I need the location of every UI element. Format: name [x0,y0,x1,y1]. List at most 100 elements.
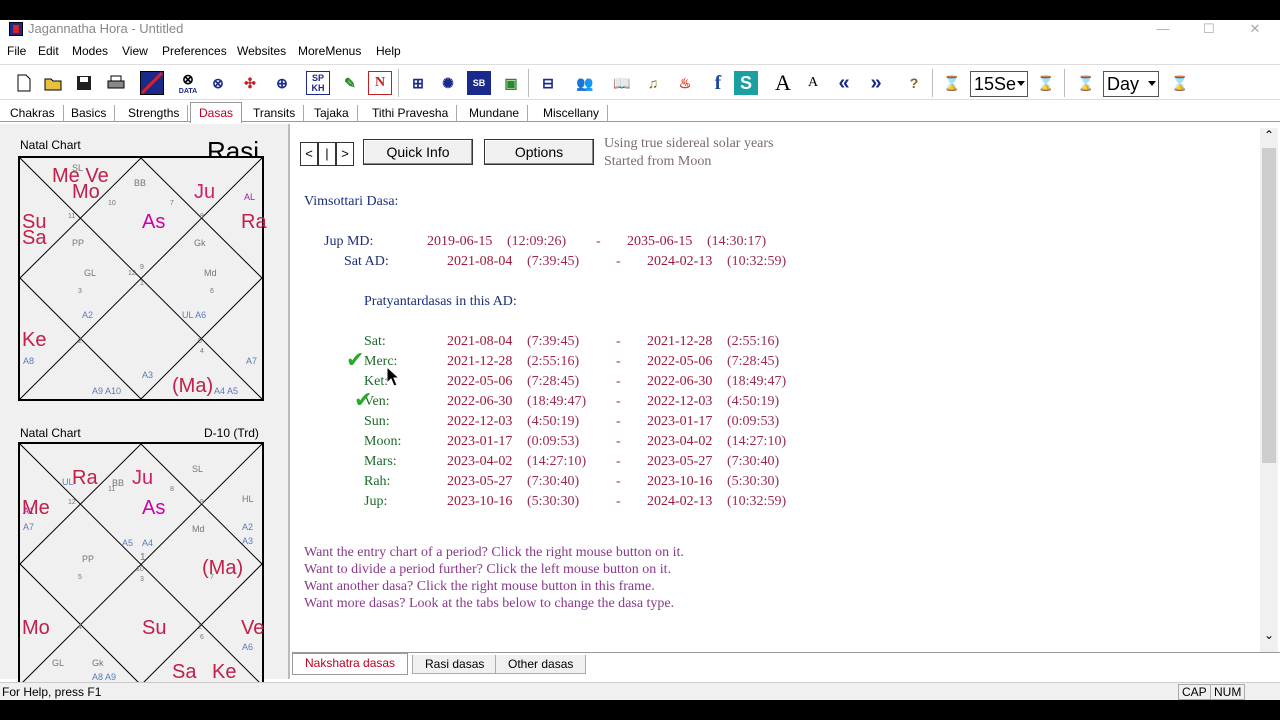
rasi-label-bb: BB [134,178,147,188]
tab-miscellany[interactable]: Miscellany [535,105,609,122]
maximize-button[interactable]: ☐ [1186,20,1232,40]
tab-rasi-dasas[interactable]: Rasi dasas [412,655,498,674]
print-icon[interactable] [104,71,128,95]
menu-websites[interactable]: Websites [237,44,286,58]
tab-chakras[interactable]: Chakras [2,105,64,122]
num-lock-indicator: NUM [1210,684,1246,700]
time-unit-value: Day [1107,74,1140,94]
kb-icon[interactable]: ⊟ [536,71,560,95]
pd-end-time: (4:50:19) [727,394,780,409]
d10-house-number: 1 [140,552,146,563]
open-icon[interactable] [42,71,66,95]
vertical-scrollbar[interactable]: ⌃ ⌄ [1260,128,1278,652]
d10-house-number: 7 [210,574,214,581]
scrollbar-thumb[interactable] [1262,148,1276,463]
rasi-planet-ra: Ra [241,211,267,233]
close-button[interactable]: ✕ [1232,20,1278,40]
tab-basics[interactable]: Basics [63,105,116,122]
save-icon[interactable] [72,71,96,95]
pd-dash: - [616,334,621,349]
step-forward-icon[interactable]: ⌛ [1034,71,1058,95]
data-icon[interactable]: ⊗ DATA [176,71,200,95]
prev-button[interactable]: < [300,142,318,166]
d10-ascendant: As [142,497,166,519]
pd-end-time: (7:30:40) [727,454,780,469]
pd-end-time: (2:55:16) [727,334,780,349]
font-large-icon[interactable]: A [771,70,795,95]
forward-icon[interactable]: » [864,71,888,95]
font-small-icon[interactable]: A [801,71,825,95]
tab-tajaka[interactable]: Tajaka [306,105,358,122]
pd-dash: - [616,394,621,409]
sb-icon[interactable]: SB [467,71,491,95]
menu-modes[interactable]: Modes [72,44,108,58]
pd-start: 2023-05-27 [447,474,513,489]
d10-planet-ve: Ve [241,617,265,639]
s-icon[interactable]: S [734,71,758,95]
pd-start: 2021-12-28 [447,354,513,369]
square-icon[interactable]: ▣ [499,71,523,95]
menu-help[interactable]: Help [376,44,401,58]
ad-end-time: (10:32:59) [727,254,787,269]
scroll-down-icon[interactable]: ⌄ [1264,628,1274,642]
scroll-up-icon[interactable]: ⌃ [1264,128,1274,142]
zoom2-icon[interactable]: ✣ [238,71,262,95]
music-icon[interactable]: ♫ [641,71,665,95]
book-icon[interactable]: 📖 [610,71,634,95]
md-start-time: (12:09:26) [507,234,567,249]
back-icon[interactable]: « [832,71,856,95]
tab-nakshatra-dasas[interactable]: Nakshatra dasas [292,653,409,675]
options-button[interactable]: Options [484,139,594,165]
pd-end: 2023-05-27 [647,454,713,469]
data-icon-label: DATA [178,88,198,95]
grid-icon[interactable]: ⊞ [406,71,430,95]
quick-info-button[interactable]: Quick Info [363,139,473,165]
time-forward-icon[interactable]: ⌛ [1168,71,1192,95]
target-icon[interactable]: ⊕ [270,71,294,95]
pd-start-time: (18:49:47) [527,394,587,409]
step-size-combo[interactable]: 15Se [970,71,1028,97]
dasa-panel[interactable]: < | > Quick Info Options Using true side… [292,124,1260,648]
tab-transits[interactable]: Transits [245,105,305,122]
fire-icon[interactable]: ♨ [673,71,697,95]
zoom-icon[interactable]: ⊗ [206,71,230,95]
menu-preferences[interactable]: Preferences [162,44,227,58]
tab-tithi-pravesha[interactable]: Tithi Pravesha [364,105,458,122]
new-icon[interactable] [12,71,36,95]
d10-house-number: 9 [200,499,204,506]
n-icon[interactable]: N [368,71,392,95]
help-icon[interactable]: ? [902,71,926,95]
tab-mundane[interactable]: Mundane [461,105,529,122]
tab-dasas[interactable]: Dasas [190,102,243,123]
time-unit-combo[interactable]: Day [1103,71,1159,97]
ad-start-time: (7:39:45) [527,254,580,269]
rasi-label-ul-a6: UL A6 [182,310,207,320]
next-button[interactable]: > [336,142,354,166]
tab-strengths[interactable]: Strengths [120,105,189,122]
d10-label-a8-a9: A8 A9 [92,672,117,682]
people-icon[interactable]: 👥 [573,71,597,95]
reset-button[interactable]: | [318,142,336,166]
sun-icon[interactable]: ✺ [436,71,460,95]
facebook-icon[interactable]: f [706,71,730,95]
chart2-label: Natal Chart [20,426,81,440]
info-line-1: Using true sidereal solar years [604,136,774,151]
sp-kh-icon[interactable]: SP KH [306,71,330,95]
edit-icon[interactable]: ✎ [338,71,362,95]
step-back-icon[interactable]: ⌛ [940,71,964,95]
tab-other-dasas[interactable]: Other dasas [495,655,587,674]
rasi-chart[interactable]: Me Ve Mo Ju As Su Sa Ra Ke (Ma) SL BB AL… [18,156,267,401]
menu-moremenus[interactable]: MoreMenus [298,44,361,58]
menu-file[interactable]: File [7,44,26,58]
help-line-2: Want to divide a period further? Click t… [304,562,672,577]
status-bar: For Help, press F1 CAP NUM [0,682,1280,700]
menu-edit[interactable]: Edit [38,44,59,58]
minimize-button[interactable]: — [1140,20,1186,40]
d10-chart[interactable]: Ra Ju As Me (Ma) Mo Su Ve Sa Ke UL BB SL… [18,442,264,687]
d10-label-a5: A5 [122,538,134,548]
menu-view[interactable]: View [122,44,148,58]
chart-icon[interactable] [140,71,164,95]
md-end: 2035-06-15 [627,234,693,249]
time-back-icon[interactable]: ⌛ [1074,71,1098,95]
pd-start: 2021-08-04 [447,334,513,349]
